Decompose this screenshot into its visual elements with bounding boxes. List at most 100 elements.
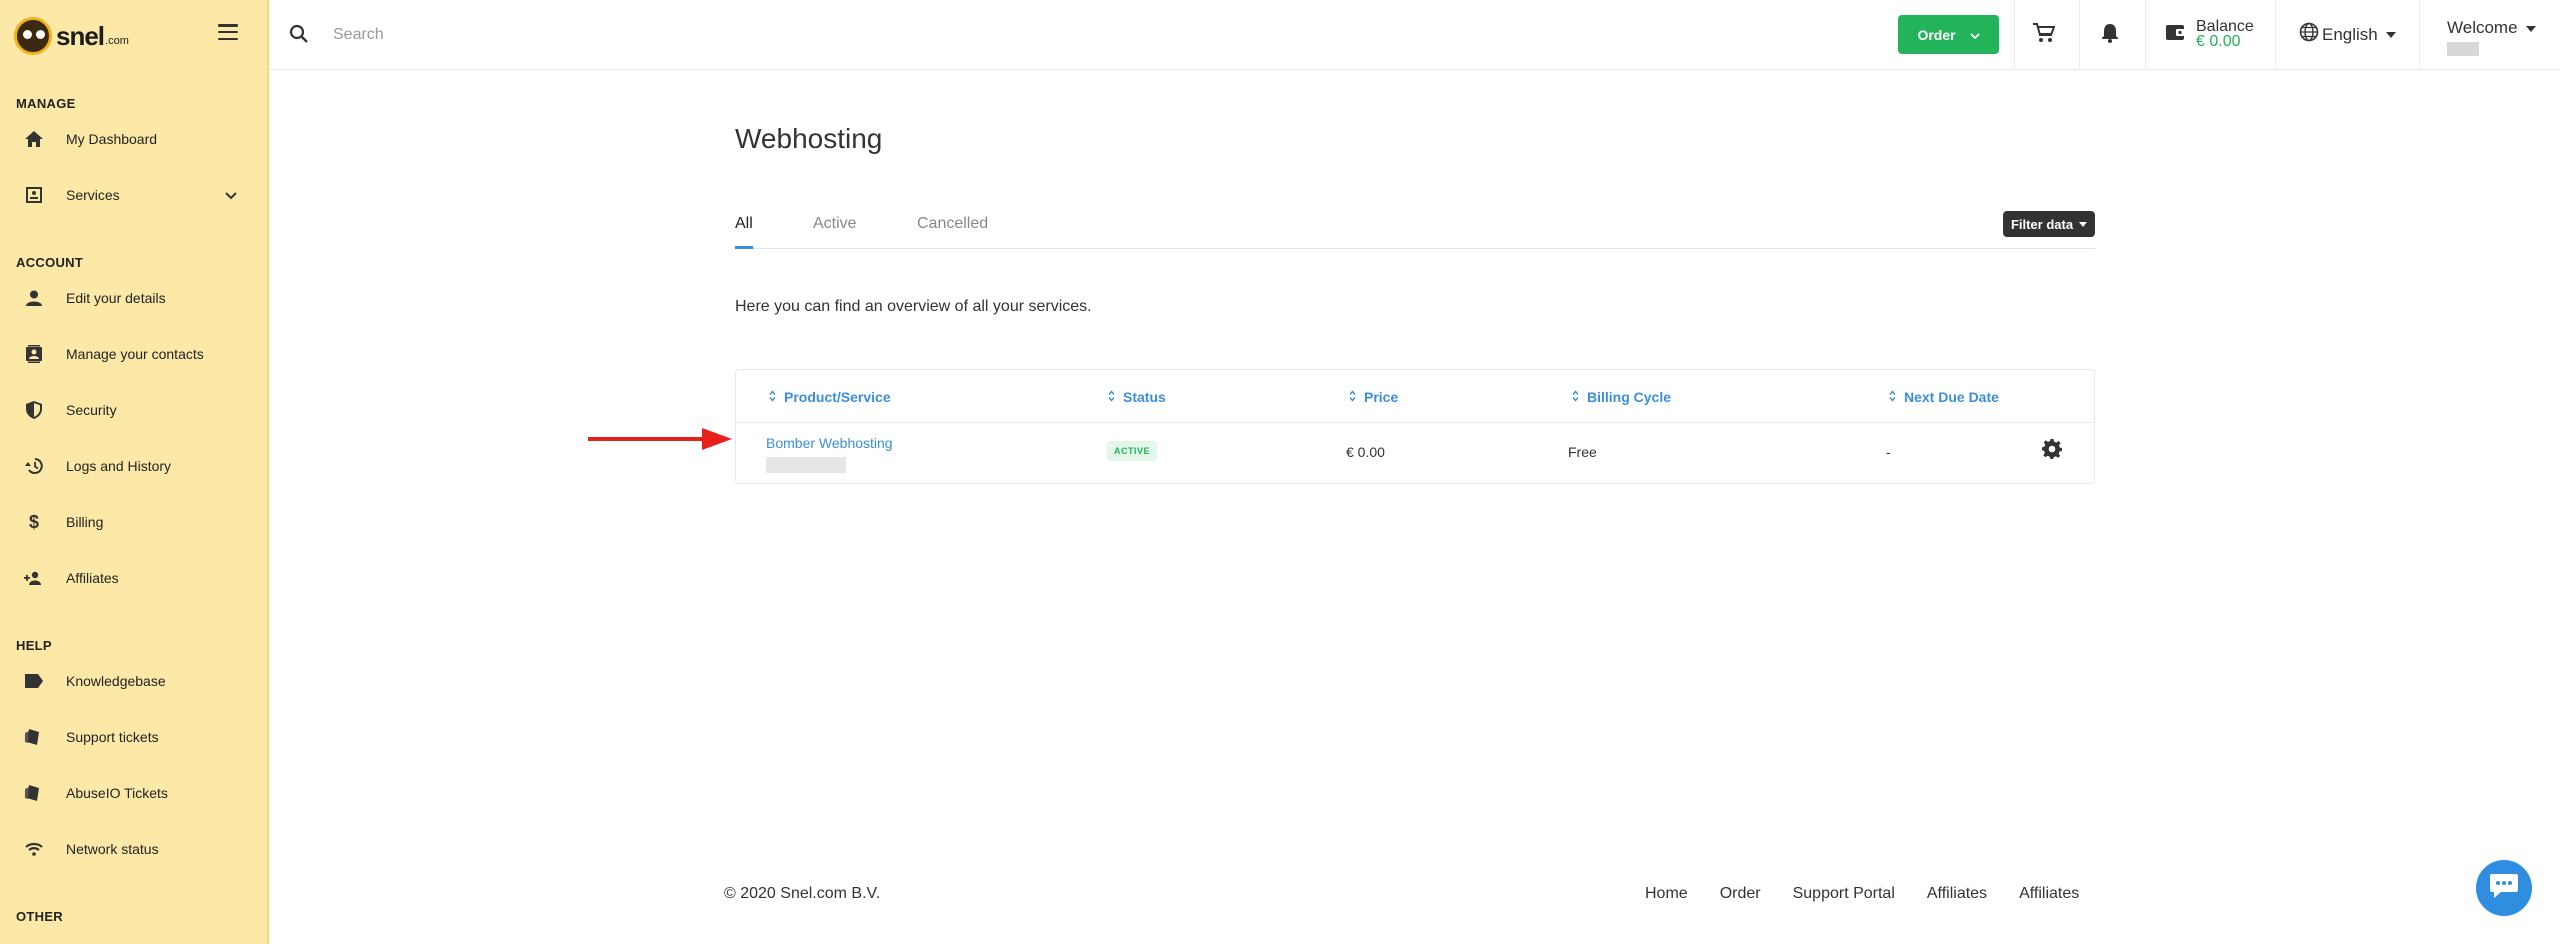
bee-logo-icon bbox=[14, 17, 52, 55]
table-row-billing-cycle: Free bbox=[1568, 444, 1597, 460]
sidebar-item-label: Support tickets bbox=[66, 729, 159, 745]
annotation-arrow-icon bbox=[588, 428, 732, 455]
services-table: Product/Service Status Price Billing Cyc… bbox=[735, 369, 2095, 484]
column-header-price[interactable]: Price bbox=[1349, 389, 1398, 405]
dollar-icon: $ bbox=[28, 511, 39, 532]
sidebar-item-contacts[interactable]: Manage your contacts bbox=[0, 334, 267, 374]
label-icon bbox=[24, 671, 44, 691]
menu-toggle-icon[interactable] bbox=[218, 24, 238, 40]
sidebar-item-logs[interactable]: Logs and History bbox=[0, 446, 267, 486]
filter-data-button[interactable]: Filter data bbox=[2003, 211, 2095, 237]
sidebar-item-knowledgebase[interactable]: Knowledgebase bbox=[0, 661, 267, 701]
sidebar-item-label: Knowledgebase bbox=[66, 673, 166, 689]
table-row-status: ACTIVE bbox=[1107, 441, 1158, 461]
wallet-icon bbox=[2166, 23, 2186, 46]
sidebar-item-abuseio-tickets[interactable]: AbuseIO Tickets bbox=[0, 773, 267, 813]
sidebar-item-edit-details[interactable]: Edit your details bbox=[0, 278, 267, 318]
sidebar-item-support-tickets[interactable]: Support tickets bbox=[0, 717, 267, 757]
sort-icon bbox=[1108, 389, 1115, 405]
person-icon bbox=[24, 288, 44, 308]
intro-text: Here you can find an overview of all you… bbox=[735, 298, 1092, 315]
language-label: English bbox=[2322, 24, 2378, 44]
affiliates-icon bbox=[24, 568, 44, 588]
user-menu[interactable]: Welcome bbox=[2447, 18, 2536, 56]
balance-value: € 0.00 bbox=[2196, 33, 2241, 50]
sidebar-item-label: Manage your contacts bbox=[66, 346, 204, 362]
footer-link-support-portal[interactable]: Support Portal bbox=[1793, 885, 1895, 903]
ticket-icon bbox=[24, 727, 44, 747]
sidebar-item-network-status[interactable]: Network status bbox=[0, 829, 267, 869]
chat-bubble-icon bbox=[2489, 872, 2519, 905]
footer-link-home[interactable]: Home bbox=[1645, 885, 1688, 903]
caret-down-icon bbox=[2079, 221, 2088, 227]
status-badge: ACTIVE bbox=[1107, 441, 1158, 461]
topbar: Order Balance € 0.00 English Welcome bbox=[269, 0, 2560, 70]
sort-icon bbox=[769, 389, 776, 405]
divider bbox=[2145, 0, 2146, 70]
table-row-product: Bomber Webhosting bbox=[766, 435, 893, 473]
divider bbox=[736, 422, 2094, 423]
brand-suffix: .com bbox=[105, 35, 129, 47]
sidebar-item-label: Logs and History bbox=[66, 458, 172, 474]
shield-icon bbox=[24, 400, 44, 420]
column-label: Next Due Date bbox=[1904, 389, 1999, 405]
column-label: Billing Cycle bbox=[1587, 389, 1672, 405]
divider bbox=[2014, 0, 2015, 70]
sidebar-item-security[interactable]: Security bbox=[0, 390, 267, 430]
footer-link-order[interactable]: Order bbox=[1720, 885, 1761, 903]
search-icon bbox=[289, 24, 309, 49]
search-input[interactable] bbox=[333, 20, 733, 50]
language-selector[interactable]: English bbox=[2299, 22, 2396, 47]
bell-icon[interactable] bbox=[2101, 23, 2119, 48]
chat-widget-button[interactable] bbox=[2476, 860, 2532, 916]
cart-icon[interactable] bbox=[2033, 23, 2056, 48]
section-title-other: OTHER bbox=[16, 909, 63, 924]
sidebar-item-services[interactable]: Services bbox=[0, 175, 267, 215]
contacts-icon bbox=[24, 344, 44, 364]
welcome-label: Welcome bbox=[2447, 18, 2518, 37]
footer-copyright: © 2020 Snel.com B.V. bbox=[724, 885, 881, 902]
sidebar-item-dashboard[interactable]: My Dashboard bbox=[0, 119, 267, 159]
table-row-price: € 0.00 bbox=[1346, 444, 1385, 460]
page-title: Webhosting bbox=[735, 123, 883, 154]
footer-links: Home Order Support Portal Affiliates Aff… bbox=[1645, 885, 2079, 903]
sidebar-item-label: Network status bbox=[66, 841, 159, 857]
sidebar-item-label: Affiliates bbox=[66, 570, 119, 586]
column-label: Product/Service bbox=[784, 389, 891, 405]
sidebar-item-label: AbuseIO Tickets bbox=[66, 785, 168, 801]
tab-cancelled[interactable]: Cancelled bbox=[917, 215, 988, 249]
home-icon bbox=[24, 129, 44, 149]
order-button[interactable]: Order bbox=[1898, 15, 1999, 54]
globe-icon bbox=[2299, 22, 2319, 47]
column-header-status[interactable]: Status bbox=[1108, 389, 1166, 405]
sidebar-item-label: My Dashboard bbox=[66, 131, 158, 147]
sidebar-item-label: Billing bbox=[66, 514, 104, 530]
order-label: Order bbox=[1917, 26, 1956, 43]
divider bbox=[2275, 0, 2276, 70]
user-name-redacted bbox=[2447, 42, 2479, 56]
divider bbox=[2079, 0, 2080, 70]
service-tabs: All Active Cancelled bbox=[735, 215, 2095, 249]
footer-link-affiliates-2[interactable]: Affiliates bbox=[2019, 885, 2079, 903]
filter-label: Filter data bbox=[2010, 216, 2074, 232]
history-icon bbox=[24, 456, 44, 476]
tab-all[interactable]: All bbox=[735, 215, 753, 249]
chevron-down-icon bbox=[225, 187, 237, 205]
gear-icon[interactable] bbox=[2042, 439, 2062, 464]
column-header-next-due[interactable]: Next Due Date bbox=[1889, 389, 1999, 405]
sort-icon bbox=[1349, 389, 1356, 405]
column-header-product[interactable]: Product/Service bbox=[769, 389, 891, 405]
sidebar-item-billing[interactable]: $ Billing bbox=[0, 502, 267, 542]
section-title-manage: MANAGE bbox=[16, 96, 76, 111]
column-label: Price bbox=[1364, 389, 1399, 405]
column-header-billing-cycle[interactable]: Billing Cycle bbox=[1572, 389, 1671, 405]
tab-active[interactable]: Active bbox=[813, 215, 857, 249]
sidebar-item-affiliates[interactable]: Affiliates bbox=[0, 558, 267, 598]
caret-down-icon bbox=[2525, 25, 2536, 32]
footer-link-affiliates[interactable]: Affiliates bbox=[1927, 885, 1987, 903]
ticket-icon bbox=[24, 783, 44, 803]
service-link[interactable]: Bomber Webhosting bbox=[766, 435, 893, 451]
sort-icon bbox=[1889, 389, 1896, 405]
brand-name: snel bbox=[56, 20, 105, 51]
brand-logo[interactable]: snel .com bbox=[14, 14, 129, 58]
